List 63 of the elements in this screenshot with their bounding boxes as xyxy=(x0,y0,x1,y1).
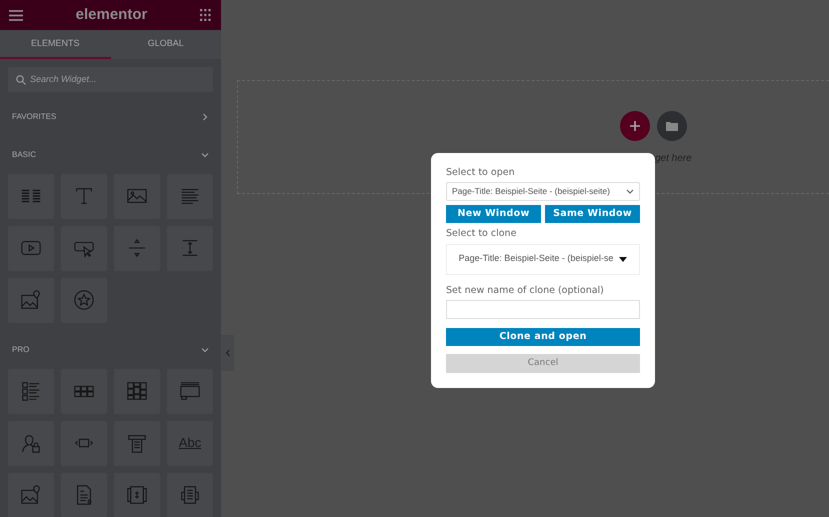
document-icon xyxy=(179,484,201,506)
widget-tile[interactable] xyxy=(61,472,107,517)
heading-icon xyxy=(73,185,95,207)
grid-icon[interactable] xyxy=(200,9,212,21)
panel-tab[interactable]: GLOBAL xyxy=(110,30,221,58)
chevron-down-icon xyxy=(626,188,634,195)
chevron-down-icon[interactable] xyxy=(201,346,209,354)
plus-icon xyxy=(630,121,640,131)
widget-tile[interactable] xyxy=(114,368,160,414)
user-lock-icon xyxy=(20,432,42,454)
widget-tile[interactable] xyxy=(8,420,54,466)
map-pin-icon xyxy=(20,289,42,311)
widget-tile[interactable] xyxy=(61,226,107,270)
widget-tile[interactable] xyxy=(61,278,107,322)
folder-icon xyxy=(666,121,678,131)
widget-tile[interactable] xyxy=(167,368,213,414)
name-input[interactable] xyxy=(446,300,640,319)
widget-tile[interactable] xyxy=(8,174,54,218)
widget-tile[interactable] xyxy=(114,226,160,270)
divider-icon xyxy=(126,237,148,259)
widget-tile[interactable] xyxy=(61,420,107,466)
search-icon xyxy=(16,74,26,84)
clone-select[interactable]: Page-Title: Beispiel-Seite - (beispiel-se xyxy=(446,244,640,274)
widget-tile[interactable] xyxy=(8,472,54,517)
map-pin-icon xyxy=(20,484,42,506)
field-label: Select to open xyxy=(446,166,516,180)
table-icon xyxy=(126,432,148,454)
list-icon xyxy=(20,380,42,402)
widget-tile[interactable] xyxy=(167,174,213,218)
field-label: Set new name of clone (optional) xyxy=(446,284,605,298)
widget-tile[interactable] xyxy=(114,174,160,218)
section-title[interactable]: PRO xyxy=(12,344,30,356)
slides-icon xyxy=(179,380,201,402)
chevron-down-icon[interactable] xyxy=(201,150,209,158)
search-field[interactable]: Search Widget... xyxy=(8,66,213,92)
section-title[interactable]: BASIC xyxy=(12,148,36,160)
menu-icon[interactable] xyxy=(9,10,23,20)
widget-tile[interactable] xyxy=(8,368,54,414)
caret-down-icon xyxy=(619,256,628,262)
panel-tab[interactable]: ELEMENTS xyxy=(0,30,110,58)
template-button[interactable] xyxy=(657,111,687,141)
widget-tile[interactable] xyxy=(8,226,54,270)
cancel-button[interactable]: Cancel xyxy=(446,354,640,373)
widget-tile[interactable] xyxy=(61,174,107,218)
widget-tile[interactable] xyxy=(61,368,107,414)
section-title[interactable]: FAVORITES xyxy=(12,110,56,122)
chevron-left-icon xyxy=(224,349,230,357)
widget-tile[interactable] xyxy=(167,472,213,517)
add-section-button[interactable] xyxy=(620,111,650,141)
widget-tile[interactable] xyxy=(167,226,213,270)
logo-text: elementor xyxy=(76,4,148,25)
price-icon xyxy=(126,484,148,506)
open-button[interactable]: New Window xyxy=(446,205,541,224)
open-button[interactable]: Same Window xyxy=(545,205,640,224)
collapse-handle[interactable] xyxy=(221,335,234,371)
widget-tile[interactable] xyxy=(8,278,54,322)
widget-tile[interactable] xyxy=(114,472,160,517)
field-label: Select to clone xyxy=(446,227,518,242)
clone-button[interactable]: Clone and open xyxy=(446,328,640,346)
widget-tile[interactable] xyxy=(114,420,160,466)
chevron-right-icon[interactable] xyxy=(201,112,209,120)
page-select[interactable]: Page-Title: Beispiel-Seite - (beispiel-seite) xyxy=(446,182,640,202)
gallery-icon xyxy=(126,380,148,402)
